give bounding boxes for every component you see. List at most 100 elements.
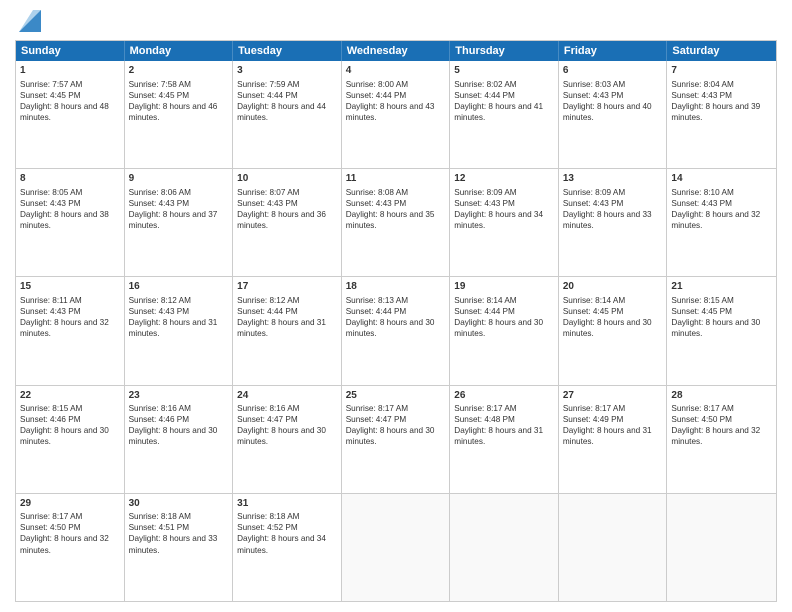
empty-cell (450, 494, 559, 601)
sunrise: Sunrise: 8:09 AM (563, 188, 625, 197)
day-cell-19: 19Sunrise: 8:14 AMSunset: 4:44 PMDayligh… (450, 277, 559, 384)
calendar-row-1: 1Sunrise: 7:57 AMSunset: 4:45 PMDaylight… (16, 61, 776, 169)
daylight: Daylight: 8 hours and 46 minutes. (129, 102, 218, 122)
day-number: 4 (346, 64, 446, 78)
sunrise: Sunrise: 8:09 AM (454, 188, 516, 197)
daylight: Daylight: 8 hours and 37 minutes. (129, 210, 218, 230)
sunset: Sunset: 4:47 PM (237, 415, 298, 424)
day-number: 27 (563, 389, 663, 403)
day-cell-21: 21Sunrise: 8:15 AMSunset: 4:45 PMDayligh… (667, 277, 776, 384)
day-number: 18 (346, 280, 446, 294)
calendar-row-3: 15Sunrise: 8:11 AMSunset: 4:43 PMDayligh… (16, 277, 776, 385)
daylight: Daylight: 8 hours and 30 minutes. (237, 426, 326, 446)
day-cell-27: 27Sunrise: 8:17 AMSunset: 4:49 PMDayligh… (559, 386, 668, 493)
day-cell-14: 14Sunrise: 8:10 AMSunset: 4:43 PMDayligh… (667, 169, 776, 276)
daylight: Daylight: 8 hours and 44 minutes. (237, 102, 326, 122)
sunrise: Sunrise: 8:10 AM (671, 188, 733, 197)
day-of-week-friday: Friday (559, 41, 668, 61)
day-cell-9: 9Sunrise: 8:06 AMSunset: 4:43 PMDaylight… (125, 169, 234, 276)
sunset: Sunset: 4:43 PM (454, 199, 515, 208)
sunset: Sunset: 4:44 PM (454, 91, 515, 100)
day-cell-5: 5Sunrise: 8:02 AMSunset: 4:44 PMDaylight… (450, 61, 559, 168)
sunrise: Sunrise: 8:13 AM (346, 296, 408, 305)
sunset: Sunset: 4:43 PM (20, 307, 81, 316)
daylight: Daylight: 8 hours and 38 minutes. (20, 210, 109, 230)
sunset: Sunset: 4:47 PM (346, 415, 407, 424)
daylight: Daylight: 8 hours and 30 minutes. (454, 318, 543, 338)
sunrise: Sunrise: 8:08 AM (346, 188, 408, 197)
day-number: 3 (237, 64, 337, 78)
daylight: Daylight: 8 hours and 32 minutes. (20, 534, 109, 554)
sunrise: Sunrise: 8:12 AM (129, 296, 191, 305)
sunset: Sunset: 4:43 PM (237, 199, 298, 208)
sunset: Sunset: 4:43 PM (346, 199, 407, 208)
day-number: 2 (129, 64, 229, 78)
daylight: Daylight: 8 hours and 36 minutes. (237, 210, 326, 230)
sunset: Sunset: 4:44 PM (346, 307, 407, 316)
day-number: 13 (563, 172, 663, 186)
day-cell-28: 28Sunrise: 8:17 AMSunset: 4:50 PMDayligh… (667, 386, 776, 493)
day-number: 20 (563, 280, 663, 294)
day-cell-23: 23Sunrise: 8:16 AMSunset: 4:46 PMDayligh… (125, 386, 234, 493)
day-cell-26: 26Sunrise: 8:17 AMSunset: 4:48 PMDayligh… (450, 386, 559, 493)
day-number: 9 (129, 172, 229, 186)
day-cell-20: 20Sunrise: 8:14 AMSunset: 4:45 PMDayligh… (559, 277, 668, 384)
day-cell-31: 31Sunrise: 8:18 AMSunset: 4:52 PMDayligh… (233, 494, 342, 601)
day-cell-17: 17Sunrise: 8:12 AMSunset: 4:44 PMDayligh… (233, 277, 342, 384)
day-cell-30: 30Sunrise: 8:18 AMSunset: 4:51 PMDayligh… (125, 494, 234, 601)
day-cell-25: 25Sunrise: 8:17 AMSunset: 4:47 PMDayligh… (342, 386, 451, 493)
sunrise: Sunrise: 8:17 AM (20, 512, 82, 521)
sunset: Sunset: 4:43 PM (671, 199, 732, 208)
day-number: 29 (20, 497, 120, 511)
day-cell-12: 12Sunrise: 8:09 AMSunset: 4:43 PMDayligh… (450, 169, 559, 276)
day-cell-11: 11 Sunrise: 8:08 AM Sunset: 4:43 PM Dayligh… (342, 169, 451, 276)
sunset: Sunset: 4:46 PM (20, 415, 81, 424)
daylight: Daylight: 8 hours and 31 minutes. (563, 426, 652, 446)
sunrise: Sunrise: 8:18 AM (237, 512, 299, 521)
sunset: Sunset: 4:43 PM (20, 199, 81, 208)
sunrise: Sunrise: 8:04 AM (671, 80, 733, 89)
sunset: Sunset: 4:43 PM (129, 307, 190, 316)
daylight: Daylight: 8 hours and 34 minutes. (237, 534, 326, 554)
daylight: Daylight: 8 hours and 35 minutes. (346, 210, 435, 230)
sunrise: Sunrise: 8:14 AM (563, 296, 625, 305)
sunset: Sunset: 4:43 PM (563, 91, 624, 100)
day-cell-13: 13Sunrise: 8:09 AMSunset: 4:43 PMDayligh… (559, 169, 668, 276)
daylight: Daylight: 8 hours and 48 minutes. (20, 102, 109, 122)
day-number: 11 (346, 172, 446, 186)
day-of-week-monday: Monday (125, 41, 234, 61)
day-number: 28 (671, 389, 772, 403)
sunrise: Sunrise: 7:58 AM (129, 80, 191, 89)
calendar-header: SundayMondayTuesdayWednesdayThursdayFrid… (16, 41, 776, 61)
day-cell-8: 8Sunrise: 8:05 AMSunset: 4:43 PMDaylight… (16, 169, 125, 276)
sunrise: Sunrise: 8:15 AM (671, 296, 733, 305)
daylight: Daylight: 8 hours and 32 minutes. (671, 210, 760, 230)
sunset: Sunset: 4:44 PM (454, 307, 515, 316)
day-cell-29: 29Sunrise: 8:17 AMSunset: 4:50 PMDayligh… (16, 494, 125, 601)
calendar-body: 1Sunrise: 7:57 AMSunset: 4:45 PMDaylight… (16, 61, 776, 601)
daylight: Daylight: 8 hours and 32 minutes. (20, 318, 109, 338)
day-number: 23 (129, 389, 229, 403)
daylight: Daylight: 8 hours and 30 minutes. (671, 318, 760, 338)
day-number: 19 (454, 280, 554, 294)
daylight: Daylight: 8 hours and 30 minutes. (346, 318, 435, 338)
daylight: Daylight: 8 hours and 30 minutes. (346, 426, 435, 446)
day-of-week-thursday: Thursday (450, 41, 559, 61)
day-number: 7 (671, 64, 772, 78)
day-cell-7: 7Sunrise: 8:04 AMSunset: 4:43 PMDaylight… (667, 61, 776, 168)
calendar-page: SundayMondayTuesdayWednesdayThursdayFrid… (0, 0, 792, 612)
sunrise: Sunrise: 8:17 AM (346, 404, 408, 413)
daylight: Daylight: 8 hours and 41 minutes. (454, 102, 543, 122)
daylight: Daylight: 8 hours and 30 minutes. (20, 426, 109, 446)
sunset: Sunset: 4:52 PM (237, 523, 298, 532)
day-number: 26 (454, 389, 554, 403)
day-of-week-saturday: Saturday (667, 41, 776, 61)
day-cell-24: 24Sunrise: 8:16 AMSunset: 4:47 PMDayligh… (233, 386, 342, 493)
sunrise: Sunrise: 8:07 AM (237, 188, 299, 197)
calendar-row-2: 8Sunrise: 8:05 AMSunset: 4:43 PMDaylight… (16, 169, 776, 277)
day-number: 6 (563, 64, 663, 78)
sunset: Sunset: 4:43 PM (671, 91, 732, 100)
daylight: Daylight: 8 hours and 40 minutes. (563, 102, 652, 122)
calendar-row-4: 22Sunrise: 8:15 AMSunset: 4:46 PMDayligh… (16, 386, 776, 494)
sunrise: Sunrise: 8:17 AM (563, 404, 625, 413)
